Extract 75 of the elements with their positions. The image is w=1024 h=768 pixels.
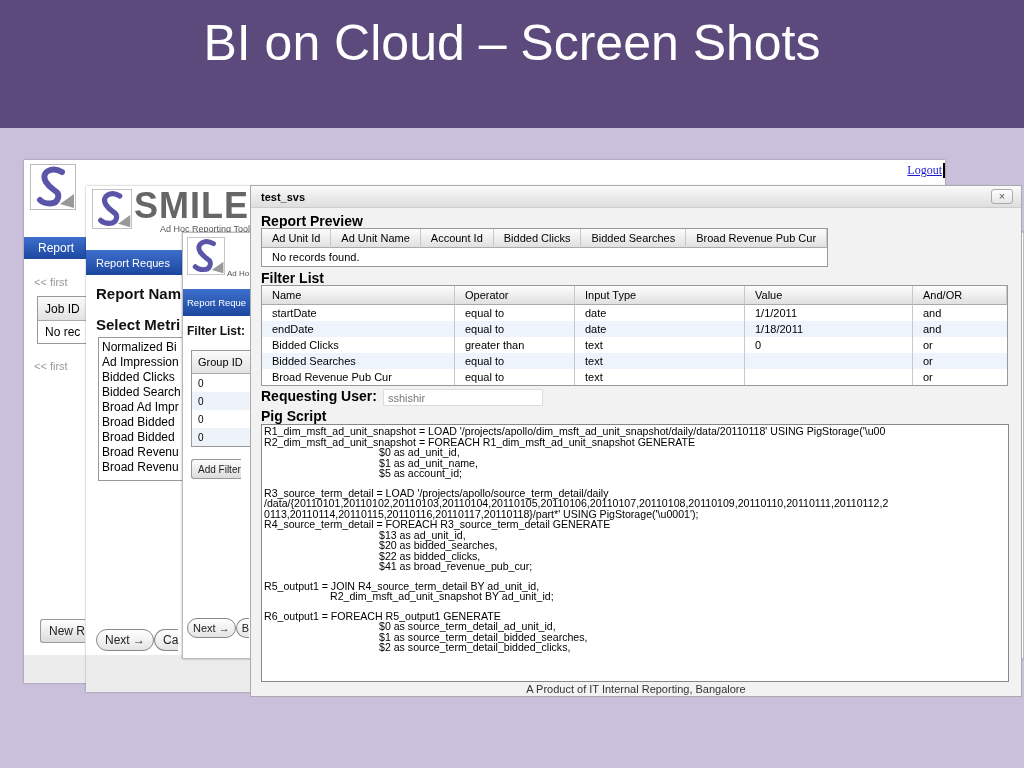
list-item[interactable]: Broad Bidded	[102, 415, 175, 430]
brand-name: SMILE	[134, 188, 249, 224]
field-label: Requesting User:	[261, 389, 377, 403]
column-header: Value	[745, 286, 913, 305]
section-bar: Report Reques	[86, 250, 182, 275]
dialog-title: test_svs	[261, 190, 306, 203]
table-cell: equal to	[455, 353, 575, 369]
code-line: R4_source_term_detail = FOREACH R3_source_term_detail GENERATE	[264, 519, 611, 530]
section-heading: Pig Script	[261, 409, 327, 423]
list-item[interactable]: Ad Impression	[102, 355, 179, 370]
code-line: R5_output1 = JOIN R4_source_term_detail BY ad_unit_id,	[264, 580, 540, 591]
code-line: /data/{20110101,20110102,20110103,20110104,20110105,20110106,20110107,20110108,20110109,20110110,20110111,20110112,2	[264, 498, 889, 509]
table-cell: equal to	[455, 321, 575, 337]
column-header: And/OR	[913, 286, 1007, 305]
column-header: Input Type	[575, 286, 745, 305]
code-line: $20 as bidded_searches,	[378, 540, 498, 551]
column-header: Account Id	[420, 229, 494, 248]
next-button[interactable]: Next →	[187, 618, 236, 638]
list-item[interactable]: Broad Revenu	[102, 460, 179, 475]
table-cell: 0	[192, 428, 251, 446]
table-cell: date	[575, 321, 745, 337]
column-header: Ad Unit Name	[331, 229, 421, 248]
column-header: Broad Revenue Pub Cur	[686, 229, 828, 248]
script-textarea[interactable]	[261, 424, 1009, 682]
code-line: $0 as source_term_detail_ad_unit_id,	[378, 621, 556, 632]
footer-text: A Product of IT Internal Reporting, Bangalore	[526, 683, 746, 695]
column-header: Ad Unit Id	[262, 229, 332, 248]
section-bar: Report Reque	[183, 289, 251, 316]
logo-icon	[92, 189, 132, 229]
list-item[interactable]: Bidded Clicks	[102, 370, 175, 385]
code-line: R1_dim_msft_ad_unit_snapshot = LOAD '/projects/apollo/dim_msft_ad_unit_snapshot/daily/data/20110118' USING PigStorage('\u00	[264, 426, 886, 437]
code-line: R6_output1 = FOREACH R5_output1 GENERATE	[264, 610, 501, 621]
tagline: Ad Ho	[227, 269, 250, 278]
close-button[interactable]: ×	[991, 189, 1013, 204]
list-item[interactable]: Broad Revenu	[102, 445, 179, 460]
table-cell: text	[575, 353, 745, 369]
code-line: $41 as broad_revenue_pub_cur;	[378, 561, 533, 572]
table-cell: 1/18/2011	[745, 321, 913, 337]
list-item[interactable]: Broad Bidded	[102, 430, 175, 445]
list-item[interactable]: Broad Ad Impr	[102, 400, 179, 415]
code-line: $1 as source_term_detail_bidded_searches,	[378, 631, 588, 642]
table-cell: Bidded Searches	[262, 353, 455, 369]
table-cell: and	[913, 321, 1007, 337]
field-label: Filter List:	[187, 324, 246, 338]
new-report-button[interactable]: New R	[40, 619, 85, 643]
logo-icon	[30, 164, 76, 210]
column-header: Name	[262, 286, 455, 305]
section-heading: Report Preview	[261, 214, 363, 228]
column-header: Bidded Clicks	[493, 229, 582, 248]
section-heading: Filter List	[261, 271, 324, 285]
add-filter-button[interactable]: Add Filter	[191, 459, 241, 479]
list-item[interactable]: Bidded Search	[102, 385, 181, 400]
code-line: $2 as source_term_detail_bidded_clicks,	[378, 642, 571, 653]
table-cell: endDate	[262, 321, 455, 337]
column-header: Job ID	[38, 297, 86, 321]
column-header: Operator	[455, 286, 575, 305]
next-button[interactable]: Next →	[96, 629, 154, 651]
code-line: $0 as ad_unit_id,	[379, 447, 460, 458]
cancel-button[interactable]: Ca	[154, 629, 179, 651]
field-label: Select Metri	[96, 316, 182, 333]
column-header: Bidded Searches	[581, 229, 687, 248]
logo-icon	[187, 237, 225, 275]
code-line: R2_dim_msft_ad_unit_snapshot BY ad_unit_id;	[329, 591, 554, 602]
code-line: $5 as account_id;	[378, 468, 463, 479]
slide-title: BI on Cloud – Screen Shots	[203, 14, 821, 72]
column-header: Group ID	[192, 351, 251, 374]
logout-link[interactable]: Logout	[907, 163, 945, 178]
section-bar: Report	[24, 237, 86, 259]
table-cell: 0	[192, 392, 251, 410]
field-label: Report Nam	[96, 285, 182, 302]
table-cell: or	[913, 353, 1007, 369]
code-line: $1 as ad_unit_name,	[378, 457, 478, 468]
code-line: R3_source_term_detail = LOAD '/projects/apollo/source_term_detail/daily	[264, 487, 609, 498]
back-button[interactable]: B	[235, 618, 250, 638]
list-item[interactable]: Normalized Bi	[102, 340, 177, 355]
